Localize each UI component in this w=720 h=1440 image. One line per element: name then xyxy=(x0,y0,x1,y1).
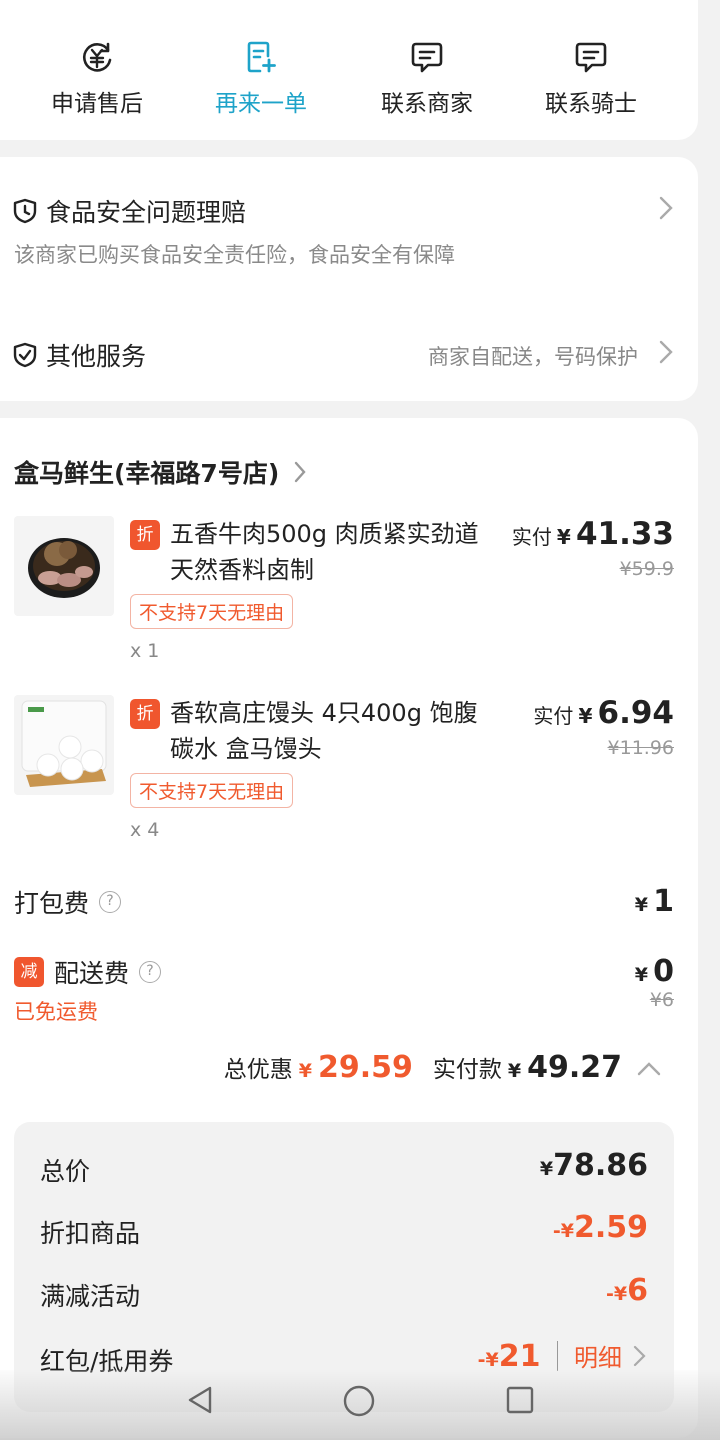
paid-amount: 41.33 xyxy=(575,516,674,552)
free-delivery-note: 已免运费 xyxy=(14,1000,98,1024)
paid-total-value: 49.27 xyxy=(527,1050,622,1085)
home-nav-icon[interactable] xyxy=(342,1384,376,1418)
yen-refund-icon xyxy=(82,42,112,72)
currency-symbol: ¥ xyxy=(507,1060,522,1082)
coupon-detail-link[interactable]: 明细 xyxy=(574,1338,622,1373)
help-icon[interactable]: ? xyxy=(99,891,122,913)
other-services-value: 商家自配送，号码保护 xyxy=(428,345,638,369)
delivery-fee-row: 减 配送费 ? 已免运费 ¥ 0 ¥6 xyxy=(14,954,674,1026)
breakdown-value: 6 xyxy=(627,1273,648,1308)
delivery-fee-value: 0 xyxy=(653,954,674,989)
product-quantity: x 1 xyxy=(130,640,160,662)
order-summary[interactable]: 总优惠 ¥ 29.59 实付款 ¥ 49.27 xyxy=(224,1050,662,1085)
other-services-row[interactable]: 其他服务 商家自配送，号码保护 xyxy=(12,337,674,373)
shield-check-icon xyxy=(13,342,37,368)
currency-symbol: ¥ xyxy=(556,525,571,549)
total-discount-label: 总优惠 xyxy=(223,1057,293,1083)
product-quantity: x 4 xyxy=(130,819,160,841)
food-safety-subtitle: 该商家已购买食品安全责任险，食品安全有保障 xyxy=(14,243,455,267)
product-image-beef xyxy=(14,516,114,616)
currency-symbol: ¥ xyxy=(560,1220,574,1242)
currency-symbol: ¥ xyxy=(485,1349,499,1371)
no-return-tag: 不支持7天无理由 xyxy=(130,594,294,629)
breakdown-label: 总价 xyxy=(40,1157,91,1186)
currency-symbol: ¥ xyxy=(578,704,593,728)
currency-symbol: ¥ xyxy=(539,1158,554,1180)
breakdown-label: 满减活动 xyxy=(40,1282,141,1311)
breakdown-value: 2.59 xyxy=(573,1210,648,1245)
currency-symbol: ¥ xyxy=(298,1060,312,1082)
other-services-title: 其他服务 xyxy=(46,342,147,371)
help-icon[interactable]: ? xyxy=(139,961,162,983)
contact-rider-label: 联系骑士 xyxy=(545,91,637,117)
chevron-right-icon xyxy=(295,461,306,483)
after-sale-button[interactable]: 申请售后 xyxy=(22,40,172,118)
item-price: 实付 ¥ 6.94 ¥11.96 xyxy=(533,695,674,759)
contact-rider-button[interactable]: 联系骑士 xyxy=(516,40,666,118)
order-actions-bar: 申请售后 再来一单 联系商家 联系骑士 xyxy=(0,0,698,140)
contact-merchant-label: 联系商家 xyxy=(381,91,473,117)
minus-sign: - xyxy=(477,1349,486,1371)
paid-amount: 6.94 xyxy=(597,695,675,731)
breakdown-row-discount-items: 折扣商品 - ¥ 2.59 xyxy=(40,1210,648,1254)
minus-sign: - xyxy=(552,1220,561,1242)
currency-symbol: ¥ xyxy=(613,1283,628,1305)
order-card: 盒马鲜生(幸福路7号店) 折 五香牛肉500g 肉质紧实劲道 天然香料卤制 不支… xyxy=(0,418,698,1438)
packing-fee-value: 1 xyxy=(653,884,674,919)
paid-label: 实付 xyxy=(533,704,574,728)
breakdown-value: 78.86 xyxy=(553,1148,648,1183)
top-pill-button[interactable] xyxy=(596,0,668,10)
contact-merchant-button[interactable]: 联系商家 xyxy=(352,40,502,118)
product-name: 香软高庄馒头 4只400g 饱腹碳水 盒马馒头 xyxy=(170,699,478,763)
product-name: 五香牛肉500g 肉质紧实劲道 天然香料卤制 xyxy=(170,520,479,584)
delivery-fee-original: ¥6 xyxy=(649,989,674,1011)
clock-shield-icon xyxy=(13,198,37,224)
reduce-badge: 减 xyxy=(14,957,44,987)
breakdown-label: 折扣商品 xyxy=(40,1219,141,1248)
chevron-up-icon xyxy=(637,1062,661,1076)
packing-fee-label: 打包费 xyxy=(14,889,90,918)
chevron-right-icon xyxy=(659,196,673,220)
delivery-fee-label: 配送费 xyxy=(54,959,130,988)
recents-nav-icon[interactable] xyxy=(504,1384,536,1416)
order-item[interactable]: 折 香软高庄馒头 4只400g 饱腹碳水 盒马馒头 不支持7天无理由 x 4 实… xyxy=(14,695,674,865)
back-nav-icon[interactable] xyxy=(184,1384,216,1416)
breakdown-row-total: 总价 ¥ 78.86 xyxy=(40,1148,648,1192)
chevron-right-icon xyxy=(633,1345,646,1367)
discount-badge: 折 xyxy=(130,699,160,729)
price-breakdown: 总价 ¥ 78.86 折扣商品 - ¥ 2.59 满减活动 - ¥ 6 红包/抵… xyxy=(14,1122,674,1412)
breakdown-row-full-reduction: 满减活动 - ¥ 6 xyxy=(40,1273,648,1317)
store-name: 盒马鲜生(幸福路7号店) xyxy=(14,459,280,488)
chat-icon xyxy=(575,42,607,73)
reorder-button[interactable]: 再来一单 xyxy=(186,40,336,118)
after-sale-label: 申请售后 xyxy=(51,91,143,117)
currency-symbol: ¥ xyxy=(634,894,649,916)
reorder-icon xyxy=(247,41,276,73)
chevron-right-icon xyxy=(659,340,673,364)
minus-sign: - xyxy=(606,1283,614,1305)
paid-total-label: 实付款 xyxy=(432,1057,502,1083)
total-discount-value: 29.59 xyxy=(317,1050,413,1085)
store-name-link[interactable]: 盒马鲜生(幸福路7号店) xyxy=(14,454,307,490)
services-card: 食品安全问题理赔 该商家已购买食品安全责任险，食品安全有保障 其他服务 商家自配… xyxy=(0,157,698,401)
currency-symbol: ¥ xyxy=(634,964,649,986)
food-safety-row[interactable]: 食品安全问题理赔 该商家已购买食品安全责任险，食品安全有保障 xyxy=(12,193,674,269)
chat-icon xyxy=(411,42,443,73)
system-nav-bar xyxy=(0,1370,720,1440)
no-return-tag: 不支持7天无理由 xyxy=(130,773,294,808)
paid-label: 实付 xyxy=(511,525,552,549)
product-image-buns xyxy=(14,695,114,795)
discount-badge: 折 xyxy=(130,520,160,550)
original-price: ¥59.9 xyxy=(619,558,674,580)
breakdown-value: 21 xyxy=(498,1339,541,1374)
original-price: ¥11.96 xyxy=(607,737,674,759)
food-safety-title: 食品安全问题理赔 xyxy=(46,198,247,227)
item-price: 实付 ¥ 41.33 ¥59.9 xyxy=(512,516,674,580)
divider xyxy=(556,1341,558,1371)
packing-fee-row: 打包费 ? ¥ 1 xyxy=(14,884,674,920)
order-item[interactable]: 折 五香牛肉500g 肉质紧实劲道 天然香料卤制 不支持7天无理由 x 1 实付… xyxy=(14,516,674,686)
reorder-label: 再来一单 xyxy=(215,91,307,117)
